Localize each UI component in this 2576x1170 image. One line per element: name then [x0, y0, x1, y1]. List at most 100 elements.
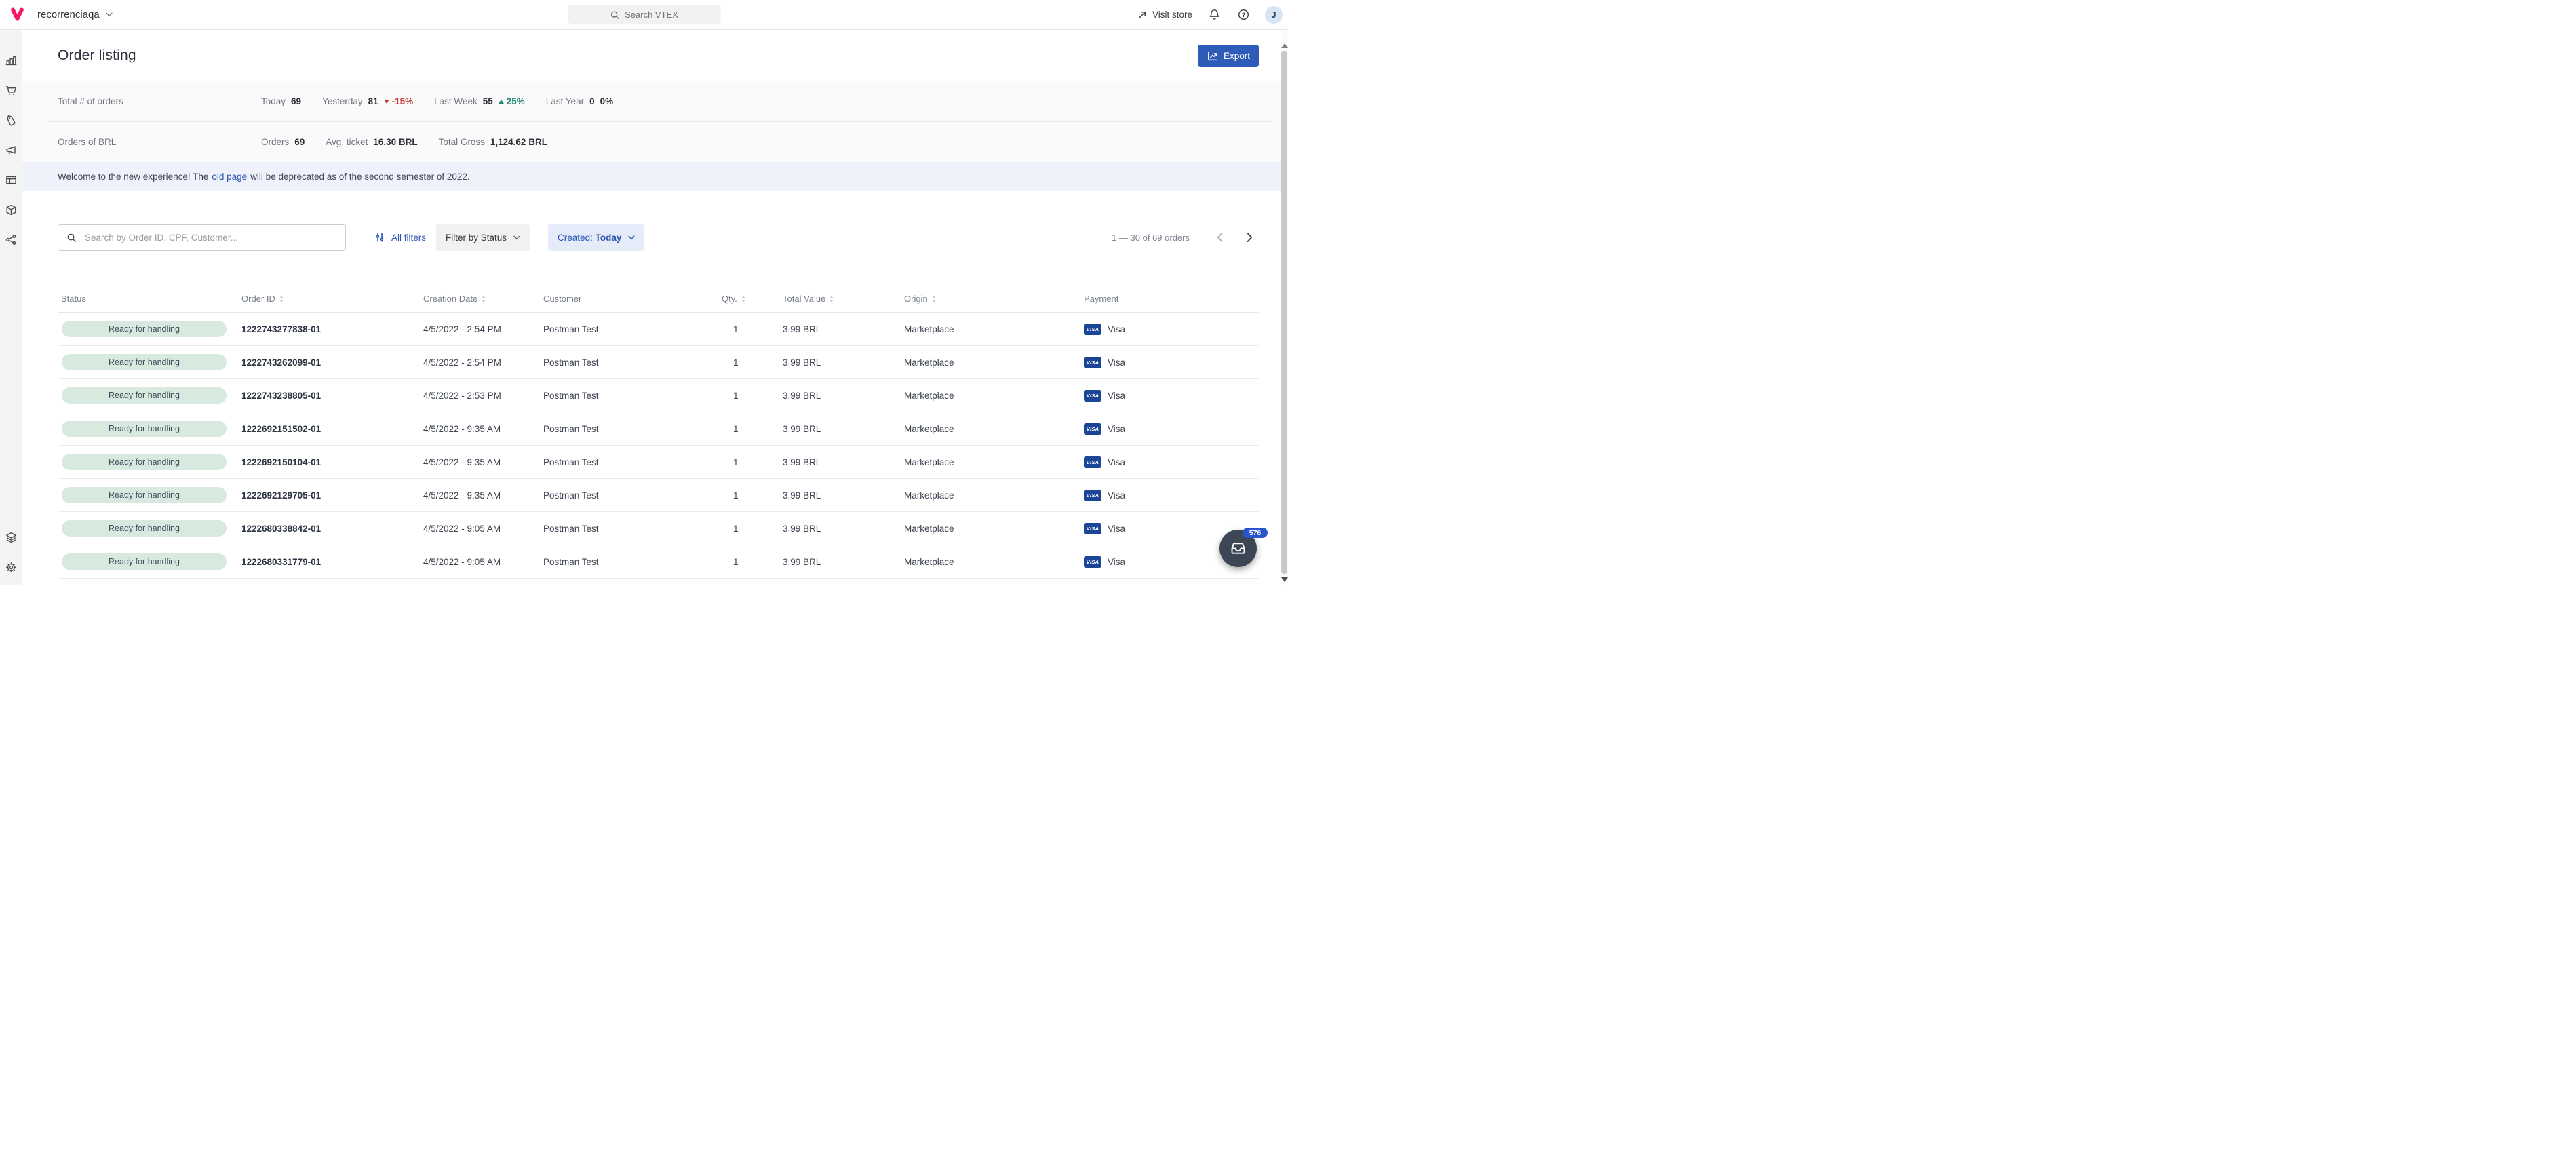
column-header-creation-date[interactable]: Creation Date — [423, 294, 543, 304]
status-badge: Ready for handling — [62, 520, 227, 537]
tag-icon[interactable] — [5, 114, 18, 127]
creation-date-cell: 4/5/2022 - 9:35 AM — [423, 457, 543, 467]
table-row-partial[interactable]: Ready for handling — [58, 579, 1259, 585]
pagination-next-button[interactable] — [1243, 231, 1256, 244]
table-row[interactable]: Ready for handling 1222743238805-01 4/5/… — [58, 379, 1259, 412]
visa-card-icon: VISA — [1084, 423, 1101, 435]
customer-cell: Postman Test — [543, 457, 722, 467]
visit-store-button[interactable]: Visit store — [1138, 9, 1192, 20]
pagination-prev-button[interactable] — [1213, 231, 1226, 244]
customer-cell: Postman Test — [543, 490, 722, 501]
column-header-origin[interactable]: Origin — [904, 294, 1084, 304]
shell: Order listing Export Total # of orders T… — [0, 30, 1281, 585]
qty-cell: 1 — [722, 457, 783, 467]
created-filter-dropdown[interactable]: Created: Today — [548, 224, 644, 251]
column-label: Payment — [1084, 294, 1118, 304]
created-filter-text: Created: Today — [558, 233, 621, 243]
order-id-cell: 1222692150104-01 — [241, 457, 423, 467]
account-switcher[interactable]: recorrenciaqa — [37, 9, 113, 20]
scrollbar[interactable] — [1281, 30, 1288, 585]
metric-value: 69 — [294, 137, 305, 147]
megaphone-icon[interactable] — [5, 144, 18, 157]
gear-icon[interactable] — [5, 561, 18, 574]
background-tasks-fab[interactable]: 576 — [1219, 530, 1257, 567]
scroll-down-arrow-icon[interactable] — [1281, 577, 1288, 582]
payment-label: Visa — [1108, 524, 1125, 534]
delta-value: 25% — [507, 96, 525, 106]
table-row[interactable]: Ready for handling 1222680338842-01 4/5/… — [58, 512, 1259, 545]
origin-cell: Marketplace — [904, 357, 1084, 368]
qty-cell: 1 — [722, 424, 783, 434]
qty-cell: 1 — [722, 490, 783, 501]
metric-value: 81 — [368, 96, 378, 106]
total-value-cell: 3.99 BRL — [783, 524, 904, 534]
scrollbar-thumb[interactable] — [1281, 51, 1287, 574]
table-row[interactable]: Ready for handling 1222680331779-01 4/5/… — [58, 545, 1259, 579]
help-icon[interactable]: ? — [1236, 7, 1251, 22]
scroll-up-arrow-icon[interactable] — [1281, 43, 1288, 48]
export-label: Export — [1224, 51, 1250, 61]
visa-card-icon: VISA — [1084, 324, 1101, 335]
visa-card-icon: VISA — [1084, 456, 1101, 468]
metric-avg-ticket: Avg. ticket 16.30 BRL — [326, 137, 417, 147]
metric-orders: Orders 69 — [261, 137, 305, 147]
table-row[interactable]: Ready for handling 1222692151502-01 4/5/… — [58, 412, 1259, 446]
all-filters-button[interactable]: All filters — [374, 232, 426, 243]
customer-cell: Postman Test — [543, 524, 722, 534]
table-row[interactable]: Ready for handling 1222692150104-01 4/5/… — [58, 446, 1259, 479]
global-search-button[interactable]: Search VTEX — [568, 5, 720, 24]
payment-cell: VISAVisa — [1084, 390, 1259, 402]
bar-chart-icon[interactable] — [5, 54, 18, 67]
payment-cell: VISAVisa — [1084, 357, 1259, 368]
creation-date-cell: 4/5/2022 - 2:53 PM — [423, 391, 543, 401]
visa-card-icon: VISA — [1084, 556, 1101, 568]
sidebar — [0, 30, 22, 585]
topbar-actions: Visit store ? J — [1138, 6, 1283, 24]
sort-icon — [741, 295, 746, 303]
layout-icon[interactable] — [5, 174, 18, 187]
order-id-cell: 1222743262099-01 — [241, 357, 423, 368]
customer-cell: Postman Test — [543, 357, 722, 368]
creation-date-cell: 4/5/2022 - 2:54 PM — [423, 324, 543, 334]
layers-icon[interactable] — [5, 531, 18, 544]
export-button[interactable]: Export — [1198, 45, 1259, 67]
account-name: recorrenciaqa — [37, 9, 100, 20]
notifications-bell-icon[interactable] — [1207, 7, 1222, 22]
all-filters-label: All filters — [391, 233, 426, 243]
column-header-customer: Customer — [543, 294, 722, 304]
origin-cell: Marketplace — [904, 524, 1084, 534]
payment-label: Visa — [1108, 490, 1125, 501]
total-value-cell: 3.99 BRL — [783, 324, 904, 334]
column-header-total-value[interactable]: Total Value — [783, 294, 904, 304]
order-id-cell: 1222692151502-01 — [241, 424, 423, 434]
vtex-logo-icon[interactable] — [9, 7, 25, 22]
column-header-qty[interactable]: Qty. — [722, 294, 783, 304]
metric-label: Today — [261, 96, 286, 106]
metric-value: 1,124.62 BRL — [490, 137, 547, 147]
share-icon[interactable] — [5, 233, 18, 246]
table-row[interactable]: Ready for handling 1222743262099-01 4/5/… — [58, 346, 1259, 379]
payment-cell: VISAVisa — [1084, 456, 1259, 468]
visa-card-icon: VISA — [1084, 390, 1101, 402]
customer-cell: Postman Test — [543, 424, 722, 434]
creation-date-cell: 4/5/2022 - 2:54 PM — [423, 357, 543, 368]
total-value-cell: 3.99 BRL — [783, 357, 904, 368]
order-id-cell: 1222743238805-01 — [241, 391, 423, 401]
total-value-cell: 3.99 BRL — [783, 424, 904, 434]
old-page-link[interactable]: old page — [212, 172, 247, 182]
table-row[interactable]: Ready for handling 1222692129705-01 4/5/… — [58, 479, 1259, 512]
global-search-label: Search VTEX — [625, 9, 678, 20]
order-search-input[interactable] — [83, 232, 337, 243]
search-icon — [66, 233, 77, 243]
table-row[interactable]: Ready for handling 1222743277838-01 4/5/… — [58, 313, 1259, 346]
status-badge: Ready for handling — [62, 387, 227, 404]
column-header-order-id[interactable]: Order ID — [241, 294, 423, 304]
avatar[interactable]: J — [1265, 6, 1283, 24]
main-panel: Order listing Export Total # of orders T… — [22, 30, 1281, 585]
cube-icon[interactable] — [5, 203, 18, 216]
column-label: Qty. — [722, 294, 737, 304]
total-value-cell: 3.99 BRL — [783, 457, 904, 467]
filter-by-status-dropdown[interactable]: Filter by Status — [436, 224, 530, 251]
column-label: Creation Date — [423, 294, 477, 304]
cart-icon[interactable] — [5, 84, 18, 97]
